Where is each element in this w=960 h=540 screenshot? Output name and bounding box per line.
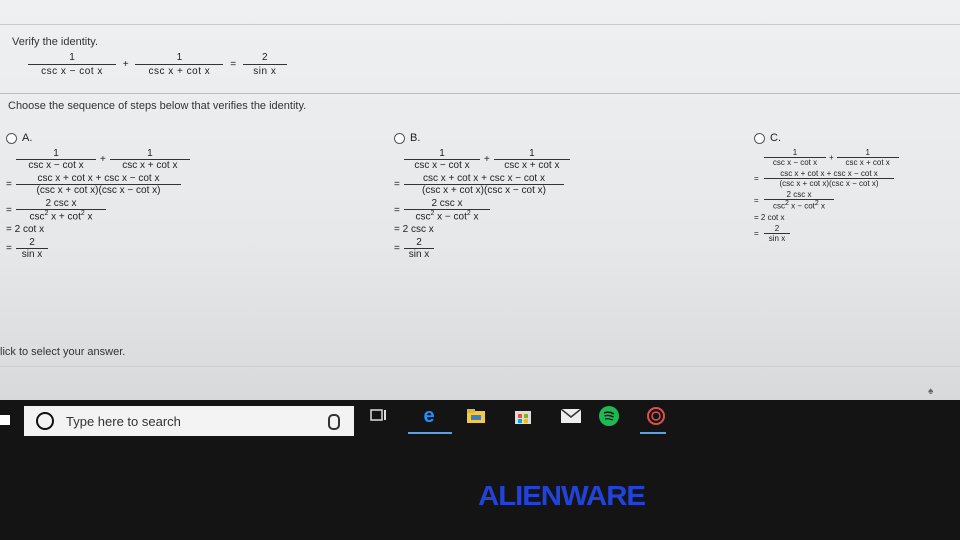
app-icon[interactable] (645, 405, 667, 427)
step-3: = 2 csc x csc2 x − cot2 x (394, 198, 570, 222)
step-4: = 2 cot x (6, 224, 45, 236)
fraction: 1 csc x + cot x (836, 148, 899, 167)
rhs-denominator: sin x (242, 64, 287, 77)
step-3: = 2 csc x csc2 x − cot2 x (754, 190, 899, 211)
active-app-indicator (408, 432, 452, 434)
fraction: 1 csc x + cot x (493, 148, 570, 171)
store-icon[interactable] (512, 405, 534, 427)
option-b[interactable]: B. 1 csc x − cot x + 1 csc x + cot x = csc… (394, 132, 570, 262)
fraction: 1 csc x + cot x (109, 148, 190, 171)
windows-start-icon[interactable] (0, 415, 10, 425)
spotify-icon[interactable] (598, 405, 620, 427)
step-5: = 2 sin x (754, 224, 899, 243)
browser-viewport: Verify the identity. 1 csc x − cot x + 1… (0, 0, 960, 400)
lhs2-denominator: csc x + cot x (135, 64, 224, 77)
task-view-icon[interactable] (368, 405, 390, 427)
step-2: = csc x + cot x + csc x − cot x (csc x + … (6, 173, 190, 196)
search-placeholder: Type here to search (66, 413, 181, 429)
radio-button[interactable] (6, 132, 17, 144)
fraction: 2 csc x csc2 x + cot2 x (16, 198, 106, 222)
lhs-fraction-2: 1 csc x + cot x (135, 52, 224, 77)
microphone-icon[interactable] (328, 414, 340, 430)
fraction: csc x + cot x + csc x − cot x (csc x + co… (16, 173, 181, 196)
instruction-text: Choose the sequence of steps below that … (8, 100, 307, 112)
alienware-logo: ALIENWARE (478, 480, 646, 511)
click-to-select-hint: lick to select your answer. (0, 346, 126, 358)
fraction: 1 csc x − cot x (16, 148, 96, 171)
step-2: = csc x + cot x + csc x − cot x (csc x + … (394, 173, 570, 196)
top-divider (0, 24, 960, 25)
fraction: 2 csc x csc2 x − cot2 x (404, 198, 490, 222)
step-4: = 2 cot x (754, 212, 785, 222)
fraction: 2 csc x csc2 x − cot2 x (764, 190, 834, 211)
section-divider (0, 93, 960, 94)
option-label: B. (410, 132, 421, 144)
fraction: csc x + cot x + csc x − cot x (csc x + co… (404, 173, 564, 196)
fraction: 2 sin x (404, 237, 434, 260)
problem-equation: 1 csc x − cot x + 1 csc x + cot x = 2 si… (28, 52, 287, 77)
option-label: C. (770, 132, 781, 144)
lhs2-numerator: 1 (176, 52, 183, 63)
option-a[interactable]: A. 1 csc x − cot x + 1 csc x + cot x = csc… (6, 132, 190, 262)
fraction: 1 csc x − cot x (764, 148, 826, 167)
fraction: 1 csc x − cot x (404, 148, 480, 171)
fraction: 2 sin x (16, 237, 48, 260)
radio-button[interactable] (394, 132, 405, 144)
step-1: 1 csc x − cot x + 1 csc x + cot x (394, 148, 570, 171)
footer-divider (0, 366, 960, 367)
taskbar-search-box[interactable]: Type here to search (24, 406, 354, 436)
radio-button[interactable] (754, 132, 765, 144)
problem-prompt: Verify the identity. (12, 36, 99, 48)
fraction: csc x + cot x + csc x − cot x (csc x + co… (764, 169, 894, 188)
step-5: = 2 sin x (6, 237, 190, 260)
equals-sign: = (230, 59, 237, 70)
lhs1-numerator: 1 (69, 52, 75, 63)
lhs-fraction-1: 1 csc x − cot x (28, 52, 116, 77)
plus-sign: + (122, 59, 129, 70)
edge-browser-icon[interactable]: e (418, 405, 440, 427)
cortana-icon (36, 412, 54, 430)
file-explorer-icon[interactable] (465, 405, 487, 427)
rhs-numerator: 2 (262, 52, 268, 63)
step-3: = 2 csc x csc2 x + cot2 x (6, 198, 190, 222)
step-5: = 2 sin x (394, 237, 570, 260)
person-icon[interactable]: ♠ (928, 386, 933, 397)
lhs1-denominator: csc x − cot x (28, 64, 116, 77)
option-c[interactable]: C. 1 csc x − cot x + 1 csc x + cot x = csc… (754, 132, 899, 245)
step-4: = 2 csc x (394, 224, 434, 236)
step-2: = csc x + cot x + csc x − cot x (csc x + … (754, 169, 899, 188)
rhs-fraction: 2 sin x (242, 52, 287, 77)
step-1: 1 csc x − cot x + 1 csc x + cot x (754, 148, 899, 167)
option-label: A. (22, 132, 33, 144)
mail-icon[interactable] (560, 405, 582, 427)
fraction: 2 sin x (764, 224, 790, 243)
step-1: 1 csc x − cot x + 1 csc x + cot x (6, 148, 190, 171)
active-app-indicator (640, 432, 666, 434)
